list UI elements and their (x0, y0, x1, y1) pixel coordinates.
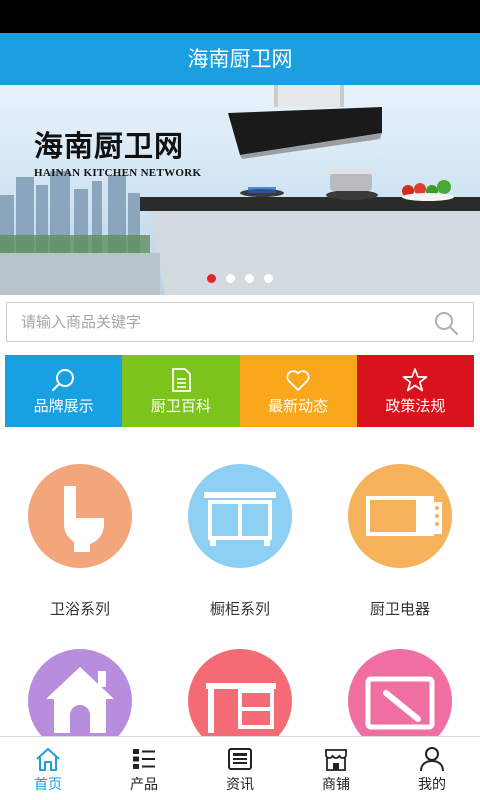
carousel-dot[interactable] (264, 274, 273, 283)
grid-item-label: 卫浴系列 (49, 600, 110, 618)
grid-item-cabinet[interactable]: 橱柜系列 (160, 464, 320, 619)
tab-label: 商铺 (322, 777, 350, 793)
bottom-tab-bar: 首页 产品 资讯 商铺 我的 (0, 736, 480, 800)
toilet-icon (28, 464, 132, 568)
tab-label: 我的 (418, 777, 446, 793)
category-label: 最新动态 (268, 397, 329, 415)
category-label: 品牌展示 (33, 397, 94, 415)
banner-caption: 海南厨卫网 HAINAN KITCHEN NETWORK (34, 123, 201, 179)
tab-label: 资讯 (226, 777, 254, 793)
search-icon (51, 369, 74, 392)
news-icon (228, 748, 252, 770)
category-brand-showcase[interactable]: 品牌展示 (5, 355, 123, 427)
search-bar[interactable] (6, 302, 474, 342)
carousel-indicator (0, 274, 480, 283)
grid-item-label: 厨卫电器 (369, 600, 430, 618)
grid-item-label: 橱柜系列 (209, 600, 270, 618)
category-label: 政策法规 (385, 397, 446, 415)
heart-icon (286, 370, 310, 391)
category-encyclopedia[interactable]: 厨卫百科 (122, 355, 240, 427)
search-input[interactable] (21, 303, 421, 341)
tab-label: 首页 (34, 777, 62, 793)
banner-carousel[interactable]: 海南厨卫网 HAINAN KITCHEN NETWORK (0, 85, 480, 295)
cabinet-icon (188, 464, 292, 568)
microwave-icon (348, 464, 452, 568)
carousel-dot[interactable] (245, 274, 254, 283)
category-policy[interactable]: 政策法规 (356, 355, 474, 427)
category-label: 厨卫百科 (150, 397, 211, 415)
home-icon (36, 748, 60, 771)
tab-products[interactable]: 产品 (96, 737, 192, 800)
document-icon (171, 368, 191, 392)
carousel-dot[interactable] (207, 274, 216, 283)
banner-title: 海南厨卫网 (34, 129, 185, 163)
shop-icon (325, 749, 347, 771)
tab-home[interactable]: 首页 (0, 737, 96, 800)
category-shortcuts: 品牌展示 厨卫百科 最新动态 政策法规 (5, 355, 474, 427)
banner-image (0, 85, 480, 295)
tab-profile[interactable]: 我的 (384, 737, 480, 800)
user-icon (420, 747, 444, 772)
grid-item-appliance[interactable]: 厨卫电器 (320, 464, 480, 619)
list-icon (133, 749, 155, 769)
tab-news[interactable]: 资讯 (192, 737, 288, 800)
status-bar (0, 0, 480, 33)
grid-item-bathroom[interactable]: 卫浴系列 (0, 464, 160, 619)
banner-subtitle: HAINAN KITCHEN NETWORK (34, 167, 202, 179)
carousel-dot[interactable] (226, 274, 235, 283)
star-icon (403, 368, 428, 392)
category-latest-news[interactable]: 最新动态 (239, 355, 357, 427)
tab-label: 产品 (130, 777, 158, 793)
page-title: 海南厨卫网 (0, 33, 480, 85)
tab-shops[interactable]: 商铺 (288, 737, 384, 800)
search-icon[interactable] (433, 310, 459, 336)
